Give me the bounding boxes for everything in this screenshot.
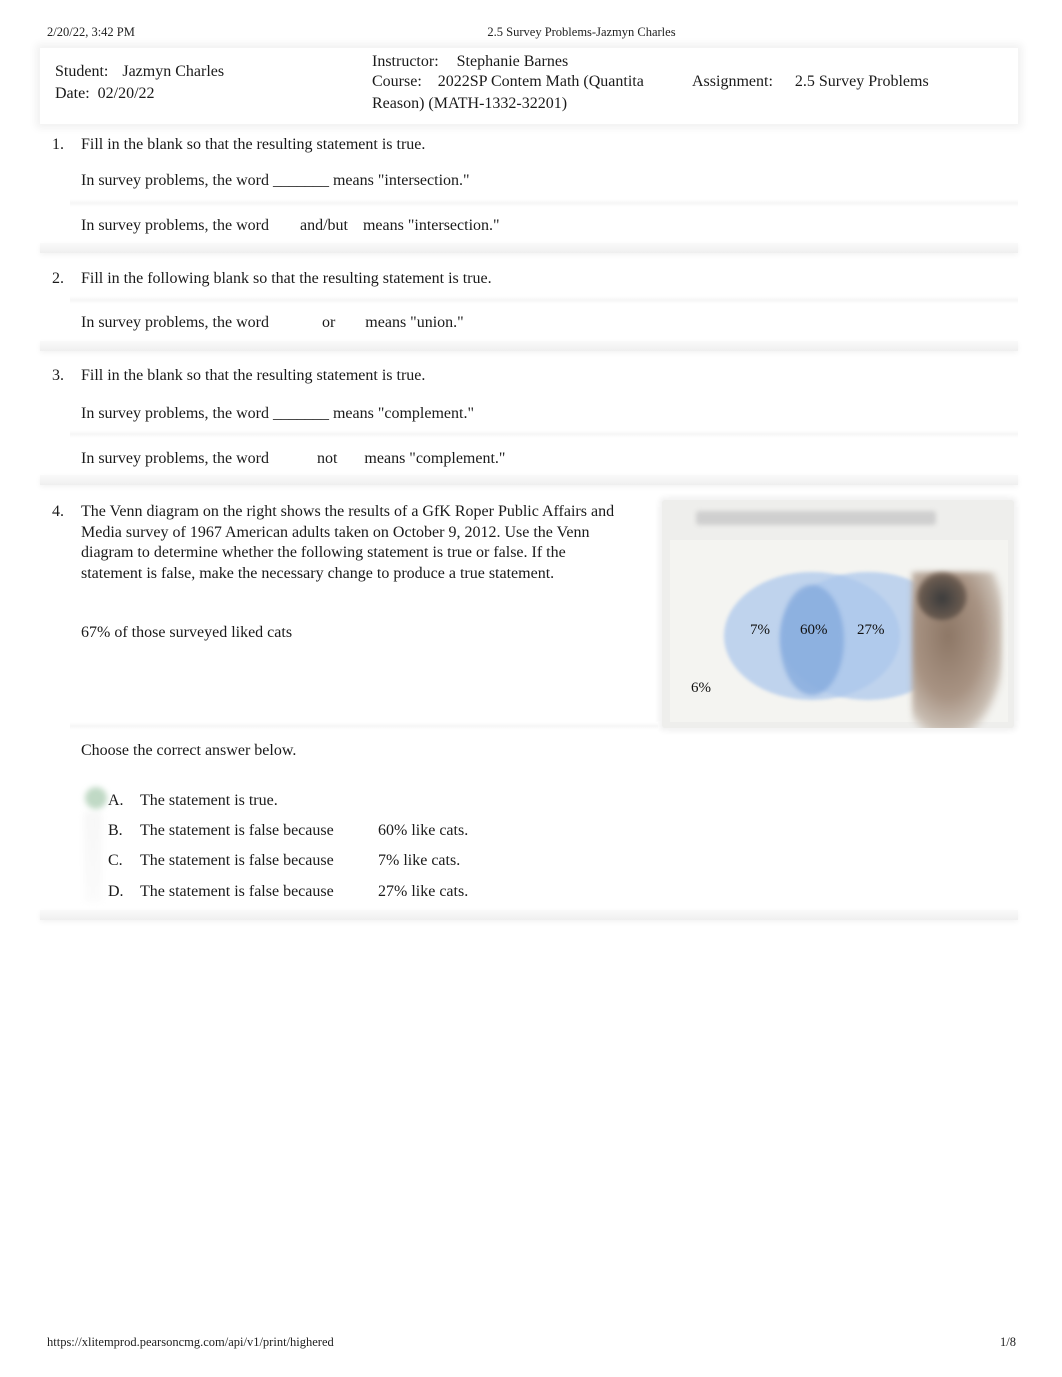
answer-option-a[interactable]: A. The statement is true. [40,792,640,814]
answer-prefix: In survey problems, the word [81,217,269,234]
print-url: https://xlitemprod.pearsoncmg.com/api/v1… [47,1335,334,1349]
answer-option-d[interactable]: D. The statement is false because 27% li… [40,883,640,905]
option-text: The statement is false because [140,883,334,900]
assignment-info-box: Student: Jazmyn Charles Date: 02/20/22 Ins… [40,48,1018,124]
question-3: 3. Fill in the blank so that the resulti… [40,367,1018,477]
statement-to-evaluate: 67% of those surveyed liked cats [81,624,293,641]
question-number: 1. [52,136,64,153]
answer-suffix: means "intersection." [362,217,500,234]
student-label: Student: [55,63,109,80]
course-row: Course: 2022SP Contem Math (Quantita [372,73,644,91]
date-label: Date: [55,85,90,102]
venn-label-outside: 6% [691,680,711,696]
question-number: 4. [52,503,64,520]
venn-label-intersection: 60% [800,622,828,638]
question-prompt: The Venn diagram on the right shows the … [81,503,615,583]
question-divider [40,910,1018,920]
subpart-divider [70,430,1018,438]
option-letter: A. [108,792,124,809]
subpart-divider [70,722,658,730]
question-divider [40,341,1018,351]
cat-head-image [917,572,967,620]
option-text: The statement is false because [140,852,334,869]
blank-statement: In survey problems, the word _______ mea… [81,405,474,422]
question-2: 2. Fill in the following blank so that t… [40,270,1018,340]
option-text: The statement is true. [140,792,278,809]
student-row: Student: Jazmyn Charles [55,63,224,81]
answer-value: or [321,314,336,331]
venn-title-blurred [696,511,936,525]
venn-intersection [780,585,844,695]
answer-statement: In survey problems, the word not means "co… [81,450,505,468]
answer-prefix: In survey problems, the word [81,314,269,331]
question-prompt: Fill in the blank so that the resulting … [81,136,426,153]
date-row: Date: 02/20/22 [55,85,155,103]
option-value: 7% like cats. [378,852,461,869]
option-letter: D. [108,883,124,900]
choose-answer-label: Choose the correct answer below. [81,742,297,759]
answer-value: not [316,450,338,467]
venn-label-left-only: 7% [750,622,770,638]
page-number: 1/8 [1000,1335,1016,1349]
question-divider [40,475,1018,485]
answer-statement: In survey problems, the word or means "uni… [81,314,464,332]
answer-option-c[interactable]: C. The statement is false because 7% lik… [40,852,640,874]
answer-statement: In survey problems, the word and/but means… [81,217,500,235]
course-row-continued: Reason) (MATH-1332-32201) [372,95,567,113]
option-value: 60% like cats. [378,822,469,839]
student-name: Jazmyn Charles [122,63,225,80]
question-divider [40,243,1018,253]
instructor-name: Stephanie Barnes [456,53,569,70]
option-text: The statement is false because [140,822,334,839]
question-1: 1. Fill in the blank so that the resulti… [40,136,1018,246]
print-footer: https://xlitemprod.pearsoncmg.com/api/v1… [47,1335,1016,1351]
question-prompt: Fill in the following blank so that the … [81,270,492,287]
course-value-continued: Reason) (MATH-1332-32201) [372,95,568,112]
venn-label-right-only: 27% [857,622,885,638]
question-number: 3. [52,367,64,384]
question-number: 2. [52,270,64,287]
option-value: 27% like cats. [378,883,469,900]
subpart-divider [70,296,1018,304]
assignment-row: Assignment: 2.5 Survey Problems [692,73,929,91]
assignment-label: Assignment: [692,73,773,90]
print-header: 2/20/22, 3:42 PM 2.5 Survey Problems-Jaz… [47,25,1016,41]
option-letter: B. [108,822,123,839]
assignment-name: 2.5 Survey Problems [794,73,929,90]
instructor-row: Instructor: Stephanie Barnes [372,53,568,71]
answer-suffix: means "complement." [364,450,506,467]
answer-value: and/but [299,217,348,234]
instructor-label: Instructor: [372,53,439,70]
date-value: 02/20/22 [97,85,155,102]
option-letter: C. [108,852,123,869]
course-value: 2022SP Contem Math (Quantita [437,73,644,90]
venn-diagram-image: 7% 60% 27% 6% [662,500,1014,728]
blank-statement: In survey problems, the word _______ mea… [81,172,470,189]
answer-prefix: In survey problems, the word [81,450,269,467]
answer-option-b[interactable]: B. The statement is false because 60% li… [40,822,640,844]
subpart-divider [70,199,1018,207]
course-label: Course: [372,73,422,90]
answer-suffix: means "union." [365,314,464,331]
print-title: 2.5 Survey Problems-Jazmyn Charles [487,25,676,39]
question-prompt: Fill in the blank so that the resulting … [81,367,426,384]
question-4: 4. The Venn diagram on the right shows t… [40,495,1018,735]
